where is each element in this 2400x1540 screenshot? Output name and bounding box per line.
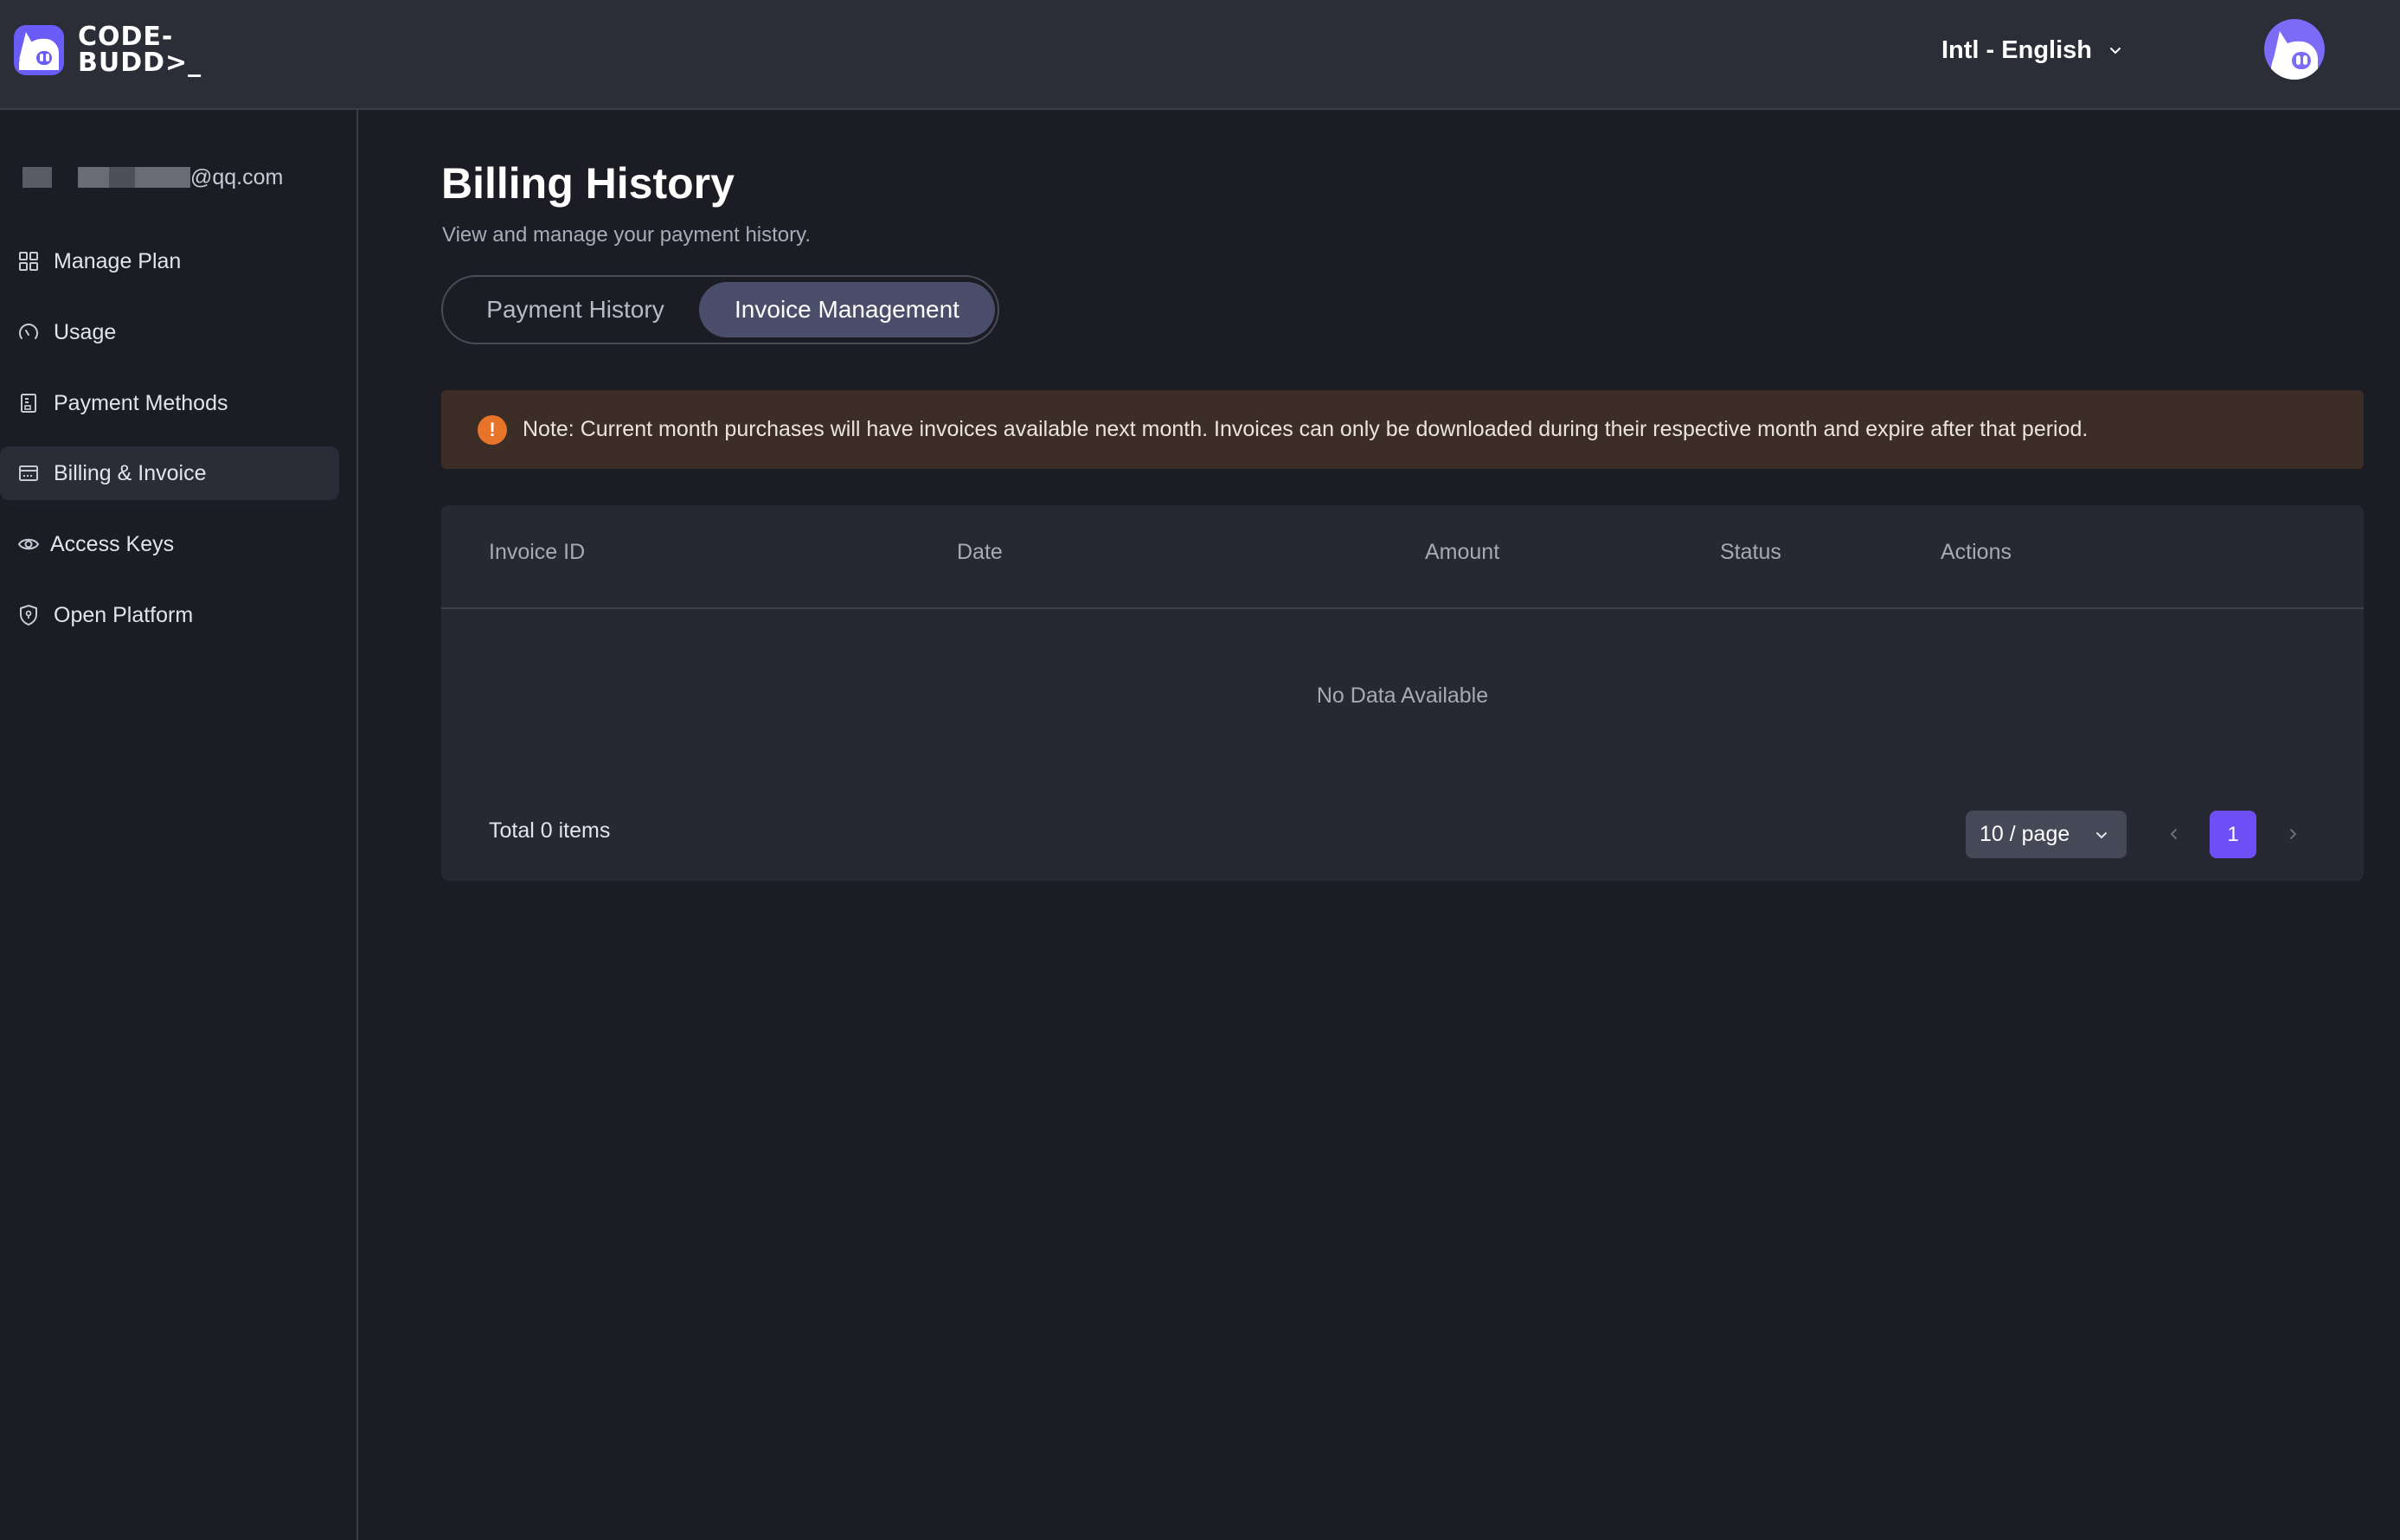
top-header: CODE- BUDD>_ Intl - English <box>0 0 2400 110</box>
codebuddy-logo[interactable]: CODE- BUDD>_ <box>14 24 202 76</box>
user-avatar[interactable] <box>2264 19 2325 80</box>
card-icon <box>19 465 38 481</box>
grid-icon <box>19 252 38 271</box>
invoice-table: Invoice ID Date Amount Status Actions No… <box>441 505 2364 881</box>
sidebar-item-label: Payment Methods <box>54 390 228 415</box>
column-header-amount: Amount <box>1425 540 1500 564</box>
logo-text: CODE- BUDD>_ <box>78 22 202 78</box>
redacted-block <box>22 167 52 188</box>
logo-mark-icon <box>14 25 64 75</box>
account-email: @qq.com <box>190 164 284 189</box>
page-subtitle: View and manage your payment history. <box>442 223 812 247</box>
column-header-date: Date <box>957 540 1003 564</box>
sidebar: @qq.com Manage Plan Usage Payment Method… <box>0 110 358 1540</box>
sidebar-item-manage-plan[interactable]: Manage Plan <box>0 234 339 288</box>
sidebar-item-label: Usage <box>54 319 117 344</box>
chevron-down-icon <box>2110 48 2121 55</box>
column-header-actions: Actions <box>1941 540 2012 564</box>
table-header: Invoice ID Date Amount Status Actions <box>441 505 2364 609</box>
page-number-current[interactable]: 1 <box>2210 811 2256 858</box>
page-size-select[interactable]: 10 / page <box>1966 811 2127 858</box>
shield-icon <box>20 604 37 626</box>
gauge-icon <box>19 324 38 339</box>
sidebar-item-billing-invoice[interactable]: Billing & Invoice <box>0 446 339 500</box>
empty-state: No Data Available <box>1316 683 1489 708</box>
chevron-right-icon <box>2290 829 2297 839</box>
tab-group: Payment History Invoice Management <box>441 275 999 344</box>
sidebar-item-payment-methods[interactable]: Payment Methods <box>0 376 339 430</box>
note-text: Note: Current month purchases will have … <box>523 417 2089 441</box>
previous-page-button[interactable] <box>2160 820 2188 848</box>
next-page-button[interactable] <box>2279 820 2307 848</box>
redacted-block <box>78 167 109 188</box>
sidebar-item-access-keys[interactable]: Access Keys <box>0 517 339 571</box>
eye-icon <box>17 538 40 550</box>
column-header-invoice-id: Invoice ID <box>489 540 586 564</box>
sidebar-item-label: Billing & Invoice <box>54 460 207 485</box>
language-label: Intl - English <box>1941 35 2092 64</box>
sidebar-item-label: Manage Plan <box>54 248 182 273</box>
redacted-block <box>135 167 190 188</box>
redacted-block <box>109 167 135 188</box>
page-size-value: 10 / page <box>1980 822 2070 846</box>
sidebar-item-open-platform[interactable]: Open Platform <box>0 588 339 642</box>
chevron-down-icon <box>2096 832 2107 839</box>
column-header-status: Status <box>1720 540 1781 564</box>
tab-payment-history[interactable]: Payment History <box>448 282 703 337</box>
language-select[interactable]: Intl - English <box>1941 33 2123 67</box>
total-items: Total 0 items <box>489 818 611 843</box>
sidebar-item-usage[interactable]: Usage <box>0 305 339 359</box>
page-title: Billing History <box>441 159 735 208</box>
note-banner: ! Note: Current month purchases will hav… <box>441 390 2364 469</box>
tab-invoice-management[interactable]: Invoice Management <box>699 282 995 337</box>
sidebar-item-label: Open Platform <box>54 602 194 627</box>
receipt-icon <box>21 394 36 413</box>
sidebar-item-label: Access Keys <box>50 531 175 556</box>
account-info: @qq.com <box>22 160 283 195</box>
chevron-left-icon <box>2170 829 2177 839</box>
warning-icon: ! <box>478 414 507 445</box>
